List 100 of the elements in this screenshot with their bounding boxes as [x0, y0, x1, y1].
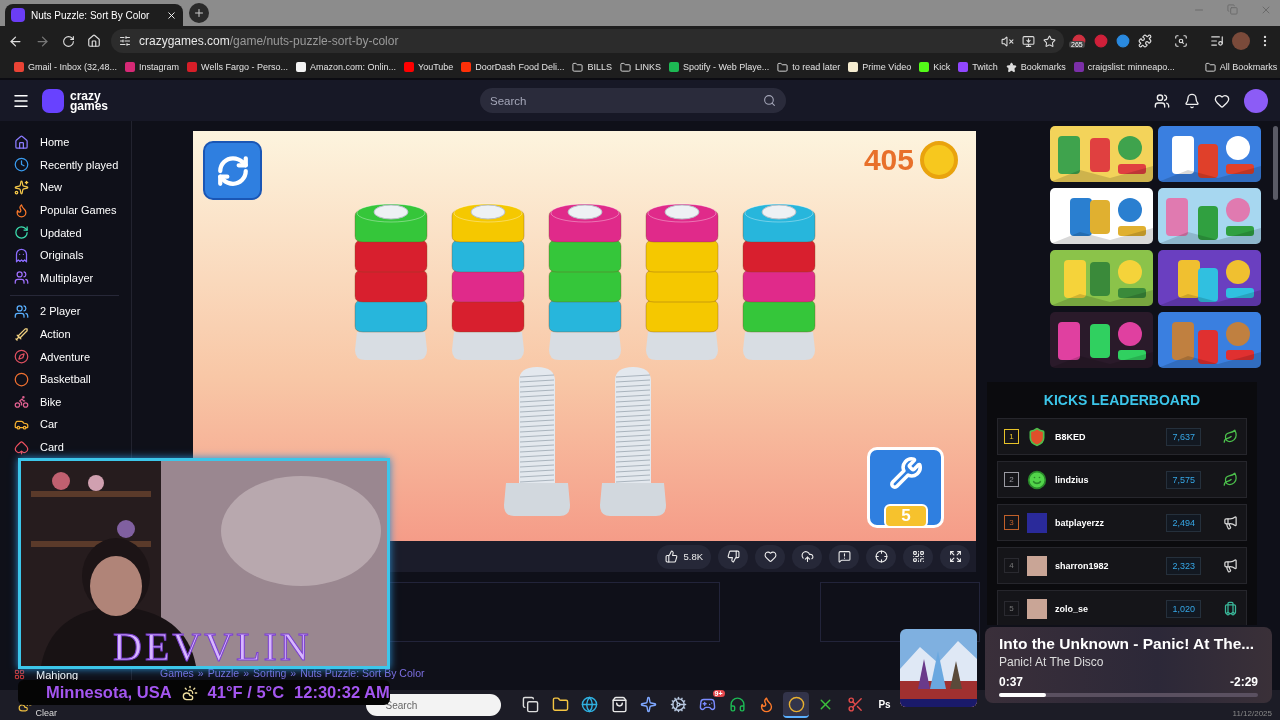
bookmark[interactable]: Gmail - Inbox (32,48... [14, 62, 118, 72]
sidebar-item[interactable]: Car [0, 413, 131, 436]
bolt-head [761, 204, 796, 220]
bookmark[interactable]: Spotify - Web Playe... [668, 62, 770, 72]
bolt-head [567, 204, 602, 220]
sidebar-item[interactable]: Originals [0, 243, 131, 267]
crosshair-icon [874, 550, 888, 563]
dislike-button[interactable] [718, 544, 748, 569]
home-icon [87, 34, 101, 48]
bookmark-star-icon [1043, 34, 1056, 48]
breadcrumb-link[interactable]: Sorting [253, 667, 287, 679]
sidebar-item[interactable]: Adventure [0, 345, 131, 368]
kick-count: 2,494 [1166, 513, 1201, 532]
sidebar-item[interactable]: Action [0, 322, 131, 346]
home-icon [14, 134, 29, 150]
elapsed-time: 0:37 [999, 675, 1024, 689]
avatar [1027, 598, 1047, 619]
breadcrumb-link[interactable]: Puzzle [207, 667, 240, 679]
wrench-icon [888, 456, 923, 490]
heart-icon [763, 550, 777, 563]
sidebar-item[interactable]: Mahjong [0, 669, 131, 681]
rank-number: 5 [1004, 601, 1019, 616]
kick-count: 2,323 [1166, 556, 1201, 575]
bookmark[interactable]: Bookmarks [1005, 61, 1066, 73]
bookmark[interactable]: YouTube [404, 62, 454, 72]
favorite-button[interactable] [755, 544, 785, 569]
bookmark[interactable]: Kick [919, 62, 951, 72]
flame-icon [14, 202, 29, 218]
heart-icon[interactable] [1214, 92, 1230, 109]
player-name: lindzius [1055, 474, 1090, 485]
bookmark[interactable]: Prime Video [848, 62, 912, 72]
forward-icon [35, 33, 50, 49]
breadcrumb-link[interactable]: Nuts Puzzle: Sort By Color [300, 667, 425, 679]
restart-button[interactable] [203, 141, 262, 200]
megaphone-icon [1223, 515, 1238, 530]
cloud-button[interactable] [792, 544, 822, 569]
bookmark[interactable]: Amazon.com: Onlin... [295, 62, 396, 72]
playlist-icon[interactable] [1210, 34, 1224, 48]
megaphone-icon [1223, 558, 1238, 573]
breadcrumb-separator: » [197, 667, 204, 679]
kick-count: 7,637 [1166, 427, 1201, 446]
scrollbar[interactable] [1273, 126, 1278, 200]
url-text: crazygames.com/game/nuts-puzzle-sort-by-color [139, 34, 400, 48]
tiles-icon [14, 669, 25, 681]
breadcrumb-link[interactable]: Games [160, 667, 194, 679]
search-icon[interactable] [1174, 34, 1188, 48]
bookmark[interactable]: LINKS [619, 61, 661, 73]
bookmark[interactable]: to read later [777, 61, 841, 73]
like-button[interactable]: 5.8K [657, 544, 711, 569]
sidebar-item[interactable]: New [0, 176, 131, 199]
browser-tab[interactable]: Nuts Puzzle: Sort By Color [5, 4, 183, 26]
weather-icon [181, 684, 198, 701]
home-button[interactable] [85, 32, 103, 50]
sidebar-item[interactable]: Recently played [0, 153, 131, 177]
logo-icon [42, 88, 64, 113]
sword-icon [14, 326, 29, 342]
sidebar-item[interactable]: Basketball [0, 367, 131, 391]
bookmark[interactable]: Twitch [958, 62, 998, 72]
sidebar-item[interactable]: Updated [0, 221, 131, 244]
bell-icon[interactable] [1184, 92, 1200, 109]
bookmark[interactable]: craigslist: minneapo... [1073, 62, 1175, 72]
target-button[interactable] [866, 544, 896, 569]
fullscreen-button[interactable] [940, 544, 970, 569]
report-button[interactable] [829, 544, 859, 569]
bookmark[interactable]: Instagram [125, 62, 180, 72]
sidebar-item[interactable]: Bike [0, 390, 131, 414]
remaining-time: -2:29 [1230, 675, 1258, 689]
qr-button[interactable] [903, 544, 933, 569]
folder-icon [551, 695, 569, 713]
shield-icon [1027, 426, 1047, 447]
bookmark[interactable]: DoorDash Food Deli... [461, 62, 565, 72]
bookmark[interactable]: BILLS [572, 61, 612, 73]
sidebar-item[interactable]: 2 Player [0, 300, 131, 323]
new-tab-button[interactable] [189, 3, 209, 23]
sidebar-item[interactable]: Multiplayer [0, 266, 131, 290]
rank-number: 3 [1004, 515, 1019, 530]
folder-icon [619, 61, 631, 73]
avatar [1027, 512, 1047, 533]
sidebar-item[interactable]: Popular Games [0, 198, 131, 222]
friends-icon[interactable] [1154, 92, 1170, 109]
smiley-icon [1027, 469, 1047, 490]
address-bar[interactable]: crazygames.com/game/nuts-puzzle-sort-by-color [111, 29, 1064, 53]
sidebar-item[interactable]: Home [0, 131, 131, 154]
back-icon [8, 33, 23, 49]
spade-icon [14, 439, 29, 455]
bookmark[interactable]: All Bookmarks [1204, 61, 1278, 73]
puzzle-icon[interactable] [1138, 34, 1152, 48]
taskbar-button[interactable]: Ps [871, 692, 898, 718]
taskbar-button[interactable] [783, 692, 809, 718]
clock-icon [14, 157, 29, 173]
bookmark[interactable]: Wells Fargo - Perso... [187, 62, 288, 72]
weather-text: Clear [35, 708, 57, 718]
sidebar-item[interactable]: Card [0, 435, 131, 459]
user-avatar[interactable] [1244, 88, 1268, 113]
circle-icon [787, 695, 805, 713]
close-icon[interactable] [166, 9, 177, 21]
search-field[interactable]: Search [480, 88, 787, 113]
circle-icon[interactable] [1116, 34, 1130, 48]
qr-code-icon [911, 550, 925, 563]
ghost-icon [14, 247, 29, 263]
